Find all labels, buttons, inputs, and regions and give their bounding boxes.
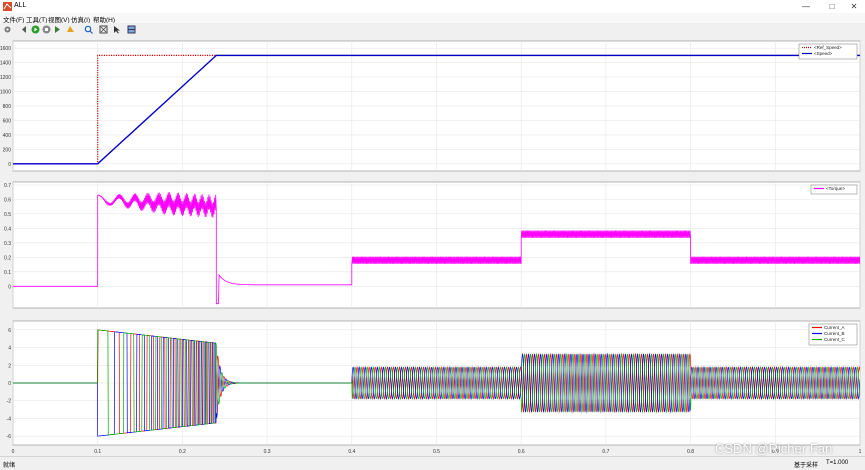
y-tick-label: 6 [8,328,11,334]
cursor-icon[interactable] [113,25,122,34]
legend: <Torque> [810,184,858,195]
y-tick-label: 1200 [0,75,11,81]
x-tick-label: 0.2 [179,449,186,455]
y-tick-label: -6 [7,434,12,440]
legend-label: <Torque> [826,186,845,191]
y-tick-label: 0.4 [4,226,11,232]
run-icon[interactable] [31,25,40,34]
stop-icon[interactable] [42,25,51,34]
y-tick-label: 600 [3,118,12,124]
close-button[interactable]: ✕ [843,1,865,12]
subplot-3: -6 -4 -2 0 2 4 6 0 0.1 0.2 0.3 0.4 0.5 0.6 0.7 0.8 0.9 1 C… [7,320,862,455]
maximize-button[interactable]: □ [821,1,843,12]
x-tick-label: 0.4 [348,449,355,455]
y-tick-label: 0.2 [4,255,11,261]
x-tick-label: 0.8 [687,449,694,455]
y-tick-label: 0 [8,162,11,168]
y-tick-label: 0.5 [4,212,11,218]
zoom-icon[interactable] [84,25,93,34]
menu-bar: 文件(F) 工具(T) 视图(V) 仿真(I) 帮助(H) [0,13,865,24]
legend: <Ref_Speed><Speed> [798,43,858,60]
legend-label: <Ref_Speed> [814,45,842,50]
back-icon[interactable] [20,25,29,34]
legend-label: <Speed> [814,51,833,56]
x-tick-label: 0.6 [518,449,525,455]
y-tick-label: 2 [8,363,11,369]
legend-label: Current_A [824,325,845,330]
y-tick-label: 0 [8,284,11,290]
legend-label: Current_C [824,337,846,342]
y-tick-label: 1600 [0,46,11,52]
settings-icon[interactable] [3,25,12,34]
status-text: 就绪 [3,463,16,469]
y-tick-label: 0.1 [4,270,11,276]
scope-figure[interactable]: 02004006008001000120014001600 <Ref_Speed>… [0,36,865,456]
y-tick-label: 800 [3,104,12,110]
scope-plot-area: 0 200 400 600 800 1000 1200 1400 1600 <Ref_Speed>… [0,36,865,456]
y-tick-label: 1400 [0,61,11,67]
y-tick-label: 0.7 [4,183,11,189]
x-tick-label: 0.7 [602,449,609,455]
sim-time: T=1.000 [826,460,849,466]
y-tick-label: 1000 [0,90,11,96]
y-tick-label: -2 [7,399,12,405]
y-tick-label: 4 [8,346,11,352]
subplot-1: 0 200 400 600 800 1000 1200 1400 1600 <Ref_Speed>… [0,40,861,172]
x-tick-label: 0 [12,449,15,455]
status-bar: 就绪 基于采样 T=1.000 [0,456,865,470]
y-tick-label: 0.6 [4,197,11,203]
app-icon [3,2,12,11]
highlight-icon[interactable] [66,25,75,34]
toolbar [0,23,865,37]
x-tick-label: 0.5 [433,449,440,455]
minimize-button[interactable]: — [795,1,817,12]
layout-icon[interactable] [127,25,136,34]
y-tick-label: 0 [8,381,11,387]
y-tick-label: 400 [3,133,12,139]
legend-label: Current_B [824,331,845,336]
x-tick-label: 0.9 [772,449,779,455]
y-tick-label: 200 [3,147,12,153]
x-tick-label: 1 [859,449,862,455]
y-tick-label: 0.3 [4,241,11,247]
autoscale-icon[interactable] [99,25,108,34]
x-tick-label: 0.3 [264,449,271,455]
title-bar: ALL — □ ✕ [0,0,865,14]
sample-mode: 基于采样 [794,463,819,469]
x-tick-label: 0.1 [94,449,101,455]
step-icon[interactable] [53,25,62,34]
window-title: ALL [14,2,27,9]
subplot-2: 0 0.1 0.2 0.3 0.4 0.5 0.6 0.7 <Torque> [4,181,861,309]
y-tick-label: -4 [7,416,12,422]
legend: Current_ACurrent_BCurrent_C [808,323,858,346]
